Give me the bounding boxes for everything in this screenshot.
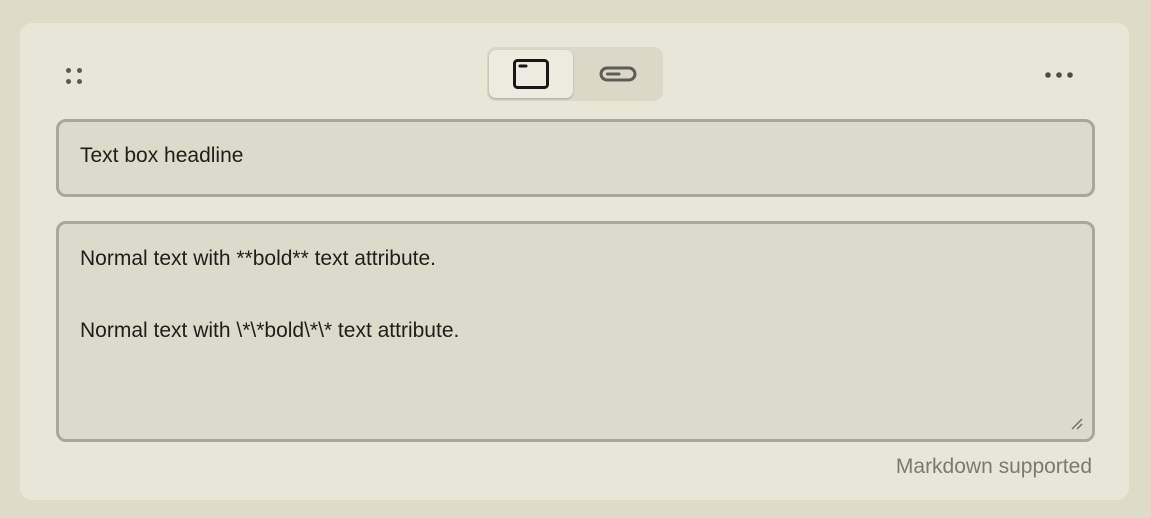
drag-handle-icon[interactable] (64, 66, 84, 86)
resize-handle-icon[interactable] (1070, 417, 1084, 431)
headline-input[interactable]: Text box headline (56, 119, 1095, 197)
drag-dot (65, 67, 71, 73)
drag-dot (76, 67, 82, 73)
body-line-1: Normal text with **bold** text attribute… (80, 247, 436, 270)
inline-bar-icon (599, 66, 637, 82)
markdown-hint: Markdown supported (895, 455, 1092, 478)
more-options-button[interactable] (1038, 61, 1082, 89)
card-mode-button[interactable] (489, 50, 573, 98)
inline-mode-button[interactable] (576, 50, 660, 98)
card-window-icon (513, 59, 549, 89)
drag-dot (76, 78, 82, 84)
body-textarea[interactable]: Normal text with **bold** text attribute… (56, 221, 1095, 442)
more-horizontal-icon (1045, 72, 1073, 78)
text-box-block: Text box headline Normal text with **bol… (20, 23, 1129, 500)
drag-dot (65, 78, 71, 84)
body-line-3: Normal text with \*\*bold\*\* text attri… (80, 319, 460, 342)
headline-value: Text box headline (80, 144, 244, 167)
display-mode-toggle (487, 47, 663, 101)
